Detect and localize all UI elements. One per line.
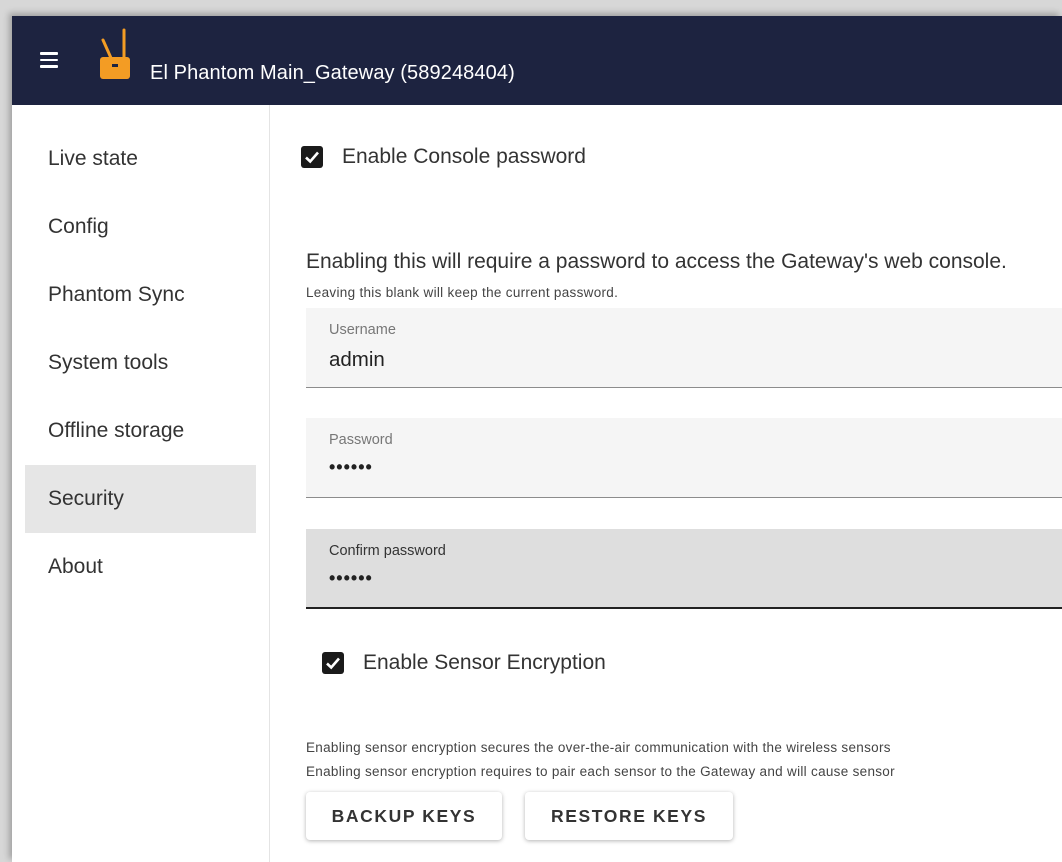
password-field[interactable]: Password •••••• [306,418,1062,498]
sidebar-nav: Live state Config Phantom Sync System to… [12,105,270,862]
console-password-label: Enable Console password [342,145,586,168]
username-field[interactable]: Username admin [306,308,1062,388]
sidebar-item-security[interactable]: Security [25,465,256,533]
sidebar-item-live-state[interactable]: Live state [25,125,256,193]
hamburger-menu-icon[interactable] [40,52,58,68]
password-hint: Leaving this blank will keep the current… [306,285,619,300]
backup-keys-button[interactable]: BACKUP KEYS [306,792,502,840]
sidebar-item-about[interactable]: About [25,533,256,601]
app-title: El Phantom Main_Gateway (589248404) [150,62,515,84]
checkbox-checked-icon[interactable] [301,146,323,168]
checkbox-checked-icon[interactable] [322,652,344,674]
sidebar-item-offline-storage[interactable]: Offline storage [25,397,256,465]
username-input[interactable]: admin [329,348,385,372]
sensor-encryption-checkbox[interactable]: Enable Sensor Encryption [322,648,606,678]
sidebar-item-label: About [48,555,103,578]
confirm-password-input[interactable]: •••••• [329,568,373,589]
sidebar-item-label: Live state [48,147,138,170]
console-password-description: Enabling this will require a password to… [306,250,1007,273]
restore-keys-button[interactable]: RESTORE KEYS [525,792,733,840]
sensor-encryption-description: Enabling sensor encryption secures the o… [306,740,891,755]
sidebar-item-system-tools[interactable]: System tools [25,329,256,397]
console-password-checkbox[interactable]: Enable Console password [301,142,586,172]
confirm-password-label: Confirm password [329,543,446,559]
sensor-encryption-warning: Enabling sensor encryption requires to p… [306,764,895,779]
app-window: El Phantom Main_Gateway (589248404) Live… [12,16,1062,862]
sensor-encryption-label: Enable Sensor Encryption [363,651,606,674]
security-panel: Enable Console password Enabling this wi… [270,105,1062,862]
sidebar-item-label: Offline storage [48,419,185,442]
username-label: Username [329,322,396,338]
sidebar-item-label: Phantom Sync [48,283,185,306]
sidebar-item-label: Security [48,487,124,510]
app-header: El Phantom Main_Gateway (589248404) [12,16,1062,105]
password-label: Password [329,432,393,448]
sidebar-item-label: System tools [48,351,169,374]
sidebar-item-config[interactable]: Config [25,193,256,261]
password-input[interactable]: •••••• [329,457,373,478]
gateway-logo-icon [96,26,134,82]
confirm-password-field[interactable]: Confirm password •••••• [306,529,1062,609]
sidebar-item-phantom-sync[interactable]: Phantom Sync [25,261,256,329]
sidebar-item-label: Config [48,215,109,238]
